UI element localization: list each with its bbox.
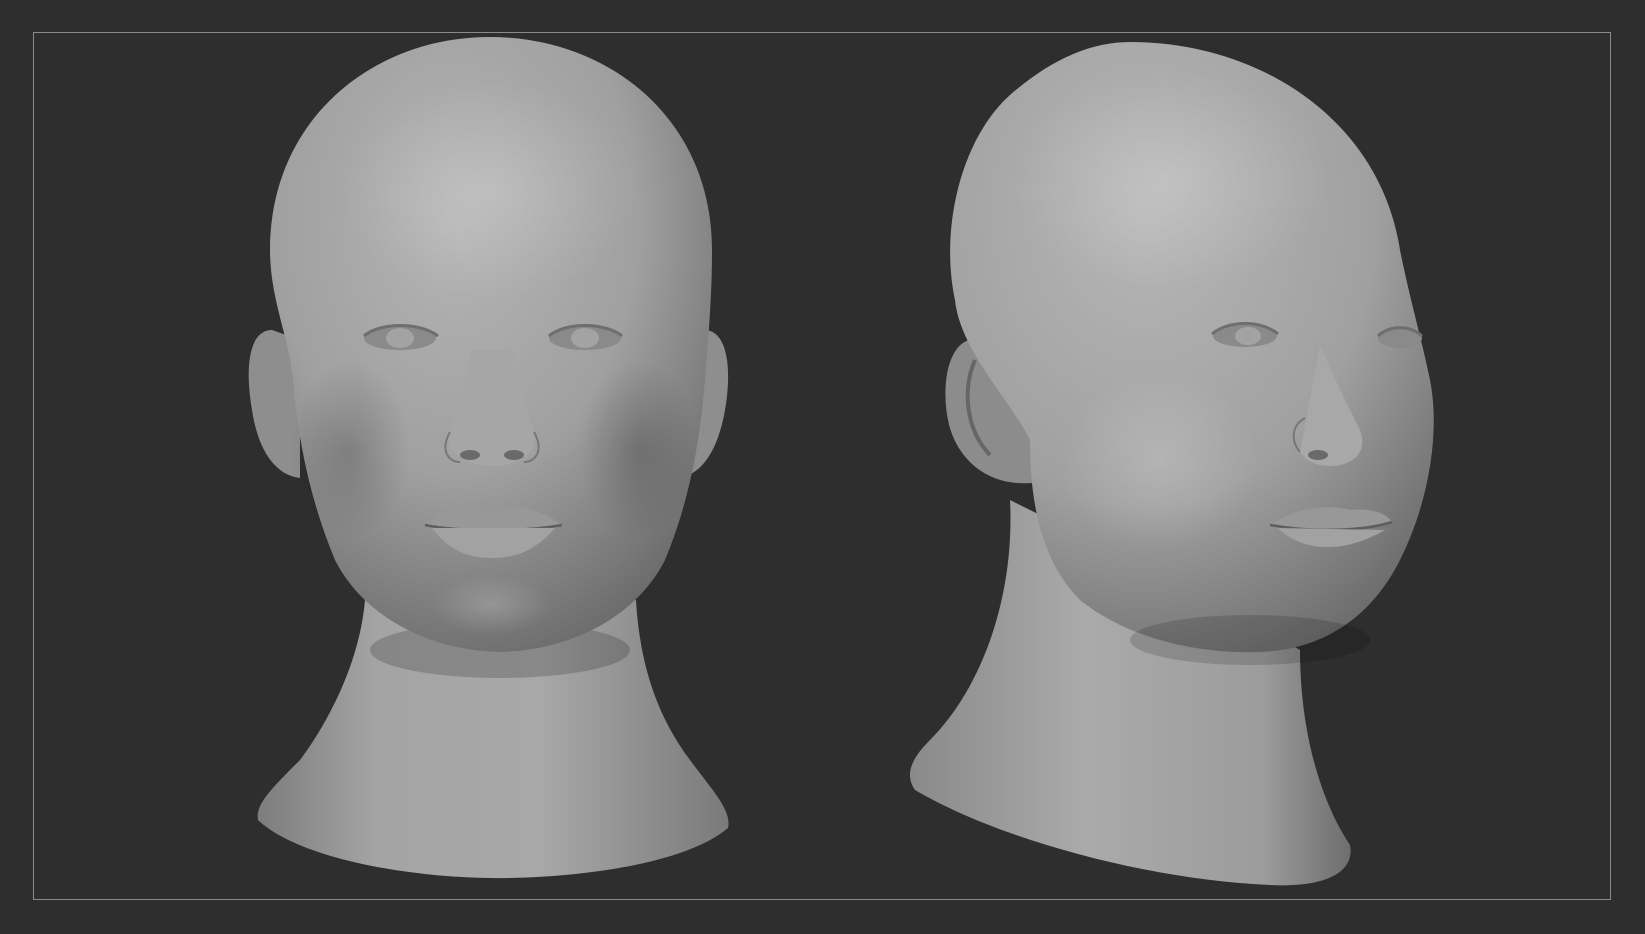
sculpt-viewport[interactable] bbox=[0, 0, 1645, 934]
viewport-border bbox=[33, 32, 1611, 900]
